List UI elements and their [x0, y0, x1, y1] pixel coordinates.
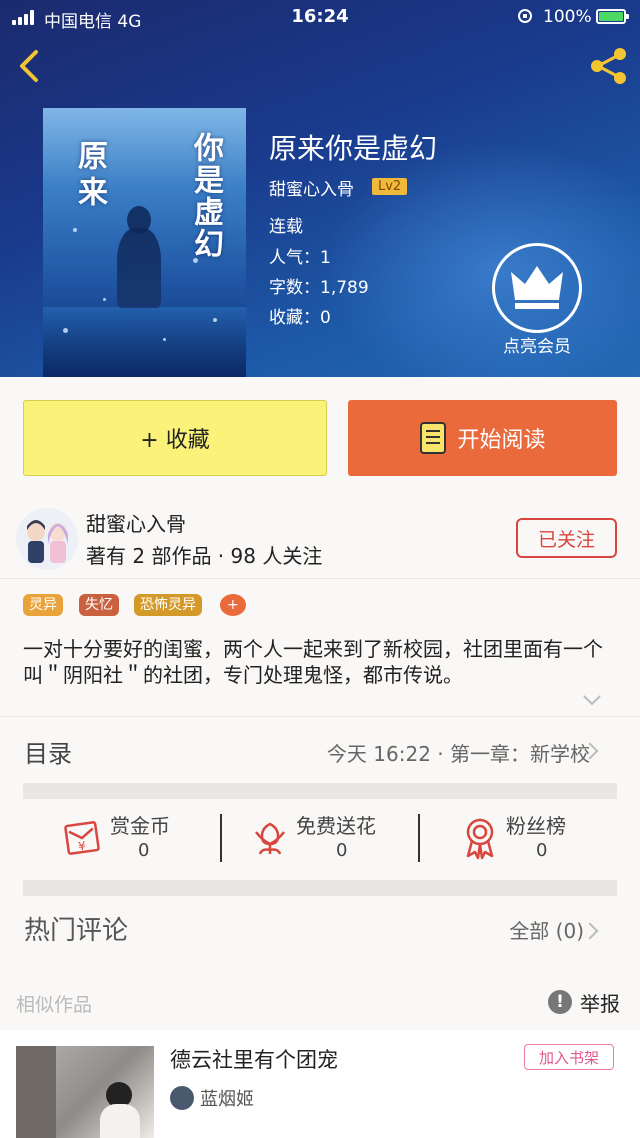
status-bar: 中国电信 4G 16:24 100%	[0, 0, 640, 34]
tag-lingyi[interactable]: 灵异	[23, 594, 63, 616]
avatar-image	[27, 520, 68, 563]
table-of-contents-row[interactable]: 目录 今天 16:22 · 第一章：新学校	[0, 718, 640, 782]
start-reading-label: 开始阅读	[457, 428, 546, 453]
toc-title: 目录	[24, 740, 72, 768]
level-badge: Lv2	[372, 178, 408, 195]
report-link[interactable]: 举报	[580, 988, 620, 1017]
author-avatar[interactable]	[16, 508, 78, 570]
book-author[interactable]: 甜蜜心入骨	[269, 175, 354, 200]
popularity: 人气：1	[269, 248, 331, 268]
separator	[220, 814, 222, 862]
reward-coins-count: 0	[138, 840, 150, 861]
book-icon	[420, 422, 447, 454]
hot-comments-title: 热门评论	[24, 916, 129, 946]
chevron-down-icon[interactable]	[582, 694, 602, 706]
cover-title-part-2: 你是虚幻	[188, 132, 223, 260]
medal-icon	[466, 818, 494, 860]
author-meta: 著有 2 部作品 · 98 人关注	[86, 544, 323, 568]
reward-coins-label: 赏金币	[110, 814, 170, 838]
favorite-count: 收藏：0	[269, 308, 331, 328]
share-icon[interactable]	[586, 46, 630, 86]
member-crown-button[interactable]	[492, 243, 582, 333]
word-count: 字数：1,789	[269, 278, 369, 298]
author-name[interactable]: 甜蜜心入骨	[86, 508, 186, 537]
similar-book-author: 蓝烟姬	[200, 1089, 254, 1110]
add-tag-button[interactable]: +	[220, 594, 246, 616]
section-band	[23, 783, 617, 799]
send-flowers-label: 免费送花	[296, 814, 376, 838]
battery-icon	[596, 9, 629, 24]
start-reading-button[interactable]: 开始阅读	[348, 400, 617, 476]
rotation-lock-icon	[518, 9, 532, 23]
add-to-shelf-label: 加入书架	[538, 1048, 599, 1067]
fans-ranking[interactable]: 粉丝榜 0	[462, 808, 592, 872]
similar-book-title[interactable]: 德云社里有个团宠	[170, 1044, 338, 1074]
chevron-right-icon	[581, 922, 599, 940]
send-flowers[interactable]: 免费送花 0	[252, 808, 402, 872]
collect-label: + 收藏	[140, 428, 210, 453]
fans-ranking-label: 粉丝榜	[506, 814, 566, 838]
all-comments-link[interactable]: 全部 (0)	[509, 915, 584, 944]
cover-figure	[117, 228, 161, 308]
latest-chapter: 今天 16:22 · 第一章：新学校	[326, 742, 590, 766]
separator	[418, 814, 420, 862]
report-icon[interactable]: !	[548, 990, 572, 1014]
add-to-shelf-button[interactable]: 加入书架	[524, 1044, 614, 1070]
battery-percent: 100%	[543, 7, 592, 27]
reward-coins[interactable]: ¥ 赏金币 0	[62, 808, 202, 872]
svg-text:¥: ¥	[77, 839, 87, 854]
similar-book-cover[interactable]	[16, 1046, 154, 1138]
book-synopsis: 一对十分要好的闺蜜，两个人一起来到了新校园，社团里面有一个叫＂阴阳社＂的社团，专…	[23, 637, 603, 687]
send-flowers-count: 0	[336, 840, 348, 861]
follow-button[interactable]: 已关注	[516, 518, 617, 558]
serial-status: 连载	[269, 217, 303, 237]
divider	[0, 716, 640, 717]
similar-book-author-avatar	[170, 1086, 194, 1110]
book-title: 原来你是虚幻	[269, 132, 438, 165]
header-glow	[320, 140, 640, 377]
collect-button[interactable]: + 收藏	[23, 400, 327, 476]
similar-book-card[interactable]: 德云社里有个团宠 蓝烟姬 加入书架	[0, 1030, 640, 1138]
book-header: 中国电信 4G 16:24 100% 原来 你是虚幻 原来你是虚幻 甜蜜心入骨 …	[0, 0, 640, 377]
follow-label: 已关注	[537, 528, 595, 551]
similar-works-title: 相似作品	[16, 994, 93, 1016]
flower-icon	[255, 822, 285, 855]
book-cover[interactable]: 原来 你是虚幻	[43, 108, 246, 377]
red-envelope-icon: ¥	[64, 821, 100, 855]
fans-ranking-count: 0	[536, 840, 548, 861]
tag-shiyi[interactable]: 失忆	[79, 594, 119, 616]
divider	[0, 578, 640, 579]
section-band	[23, 880, 617, 896]
cover-title-part-1: 原来	[72, 140, 107, 212]
back-icon[interactable]	[12, 46, 44, 86]
member-label: 点亮会员	[503, 337, 571, 357]
tag-horror[interactable]: 恐怖灵异	[134, 594, 202, 616]
crown-icon	[511, 266, 563, 309]
